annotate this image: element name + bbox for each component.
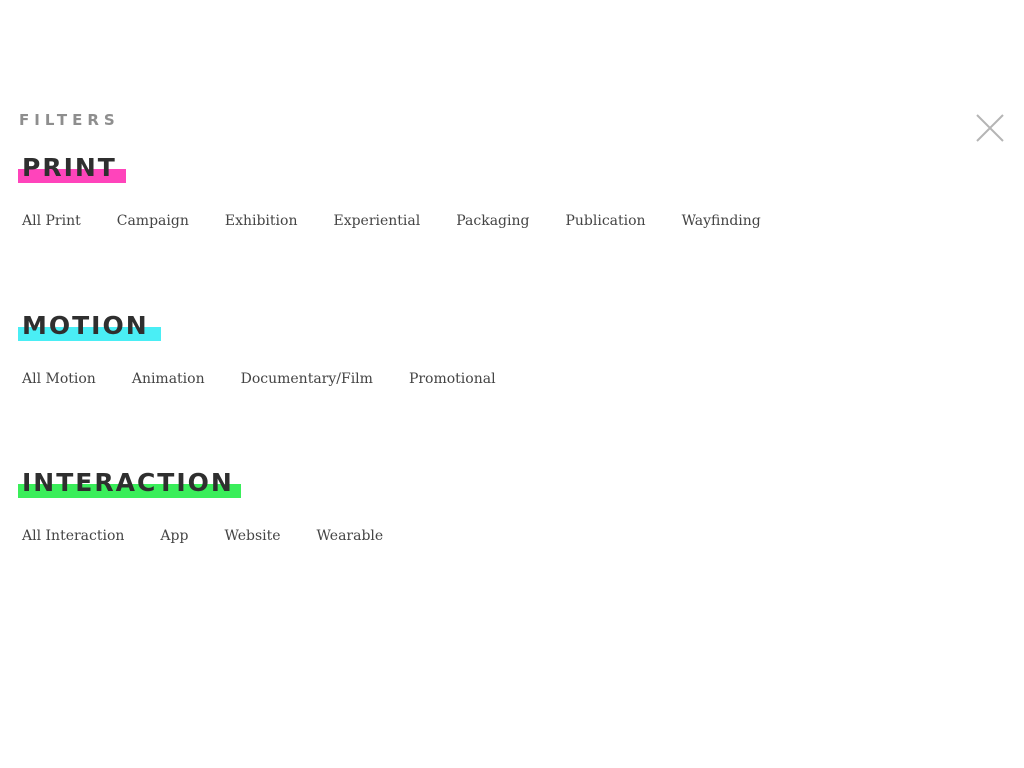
motion-filter-section: MOTION All Motion Animation Documentary/… [18, 309, 496, 387]
filter-all-motion[interactable]: All Motion [22, 371, 96, 387]
filter-exhibition[interactable]: Exhibition [225, 213, 298, 229]
filter-all-interaction[interactable]: All Interaction [22, 528, 124, 544]
filter-wearable[interactable]: Wearable [317, 528, 384, 544]
close-button[interactable] [970, 108, 1010, 148]
motion-heading-text: MOTION [22, 311, 149, 340]
print-heading: PRINT [18, 151, 126, 185]
interaction-heading: INTERACTION [18, 466, 241, 500]
filter-all-print[interactable]: All Print [22, 213, 81, 229]
filters-heading: FILTERS [19, 111, 120, 129]
filter-app[interactable]: App [160, 528, 188, 544]
filter-packaging[interactable]: Packaging [456, 213, 529, 229]
filter-website[interactable]: Website [224, 528, 280, 544]
filter-publication[interactable]: Publication [565, 213, 645, 229]
print-heading-text: PRINT [22, 153, 117, 182]
interaction-filter-section: INTERACTION All Interaction App Website … [18, 466, 383, 544]
filter-promotional[interactable]: Promotional [409, 371, 496, 387]
print-filter-list: All Print Campaign Exhibition Experienti… [22, 213, 797, 229]
interaction-heading-text: INTERACTION [22, 468, 234, 497]
motion-filter-list: All Motion Animation Documentary/Film Pr… [22, 371, 532, 387]
filter-campaign[interactable]: Campaign [117, 213, 189, 229]
motion-heading: MOTION [18, 309, 161, 343]
filter-animation[interactable]: Animation [132, 371, 205, 387]
interaction-filter-list: All Interaction App Website Wearable [22, 528, 419, 544]
filter-experiential[interactable]: Experiential [333, 213, 420, 229]
filter-documentary-film[interactable]: Documentary/Film [241, 371, 373, 387]
print-filter-section: PRINT All Print Campaign Exhibition Expe… [18, 151, 761, 229]
close-icon [976, 114, 1004, 142]
filter-wayfinding[interactable]: Wayfinding [682, 213, 761, 229]
